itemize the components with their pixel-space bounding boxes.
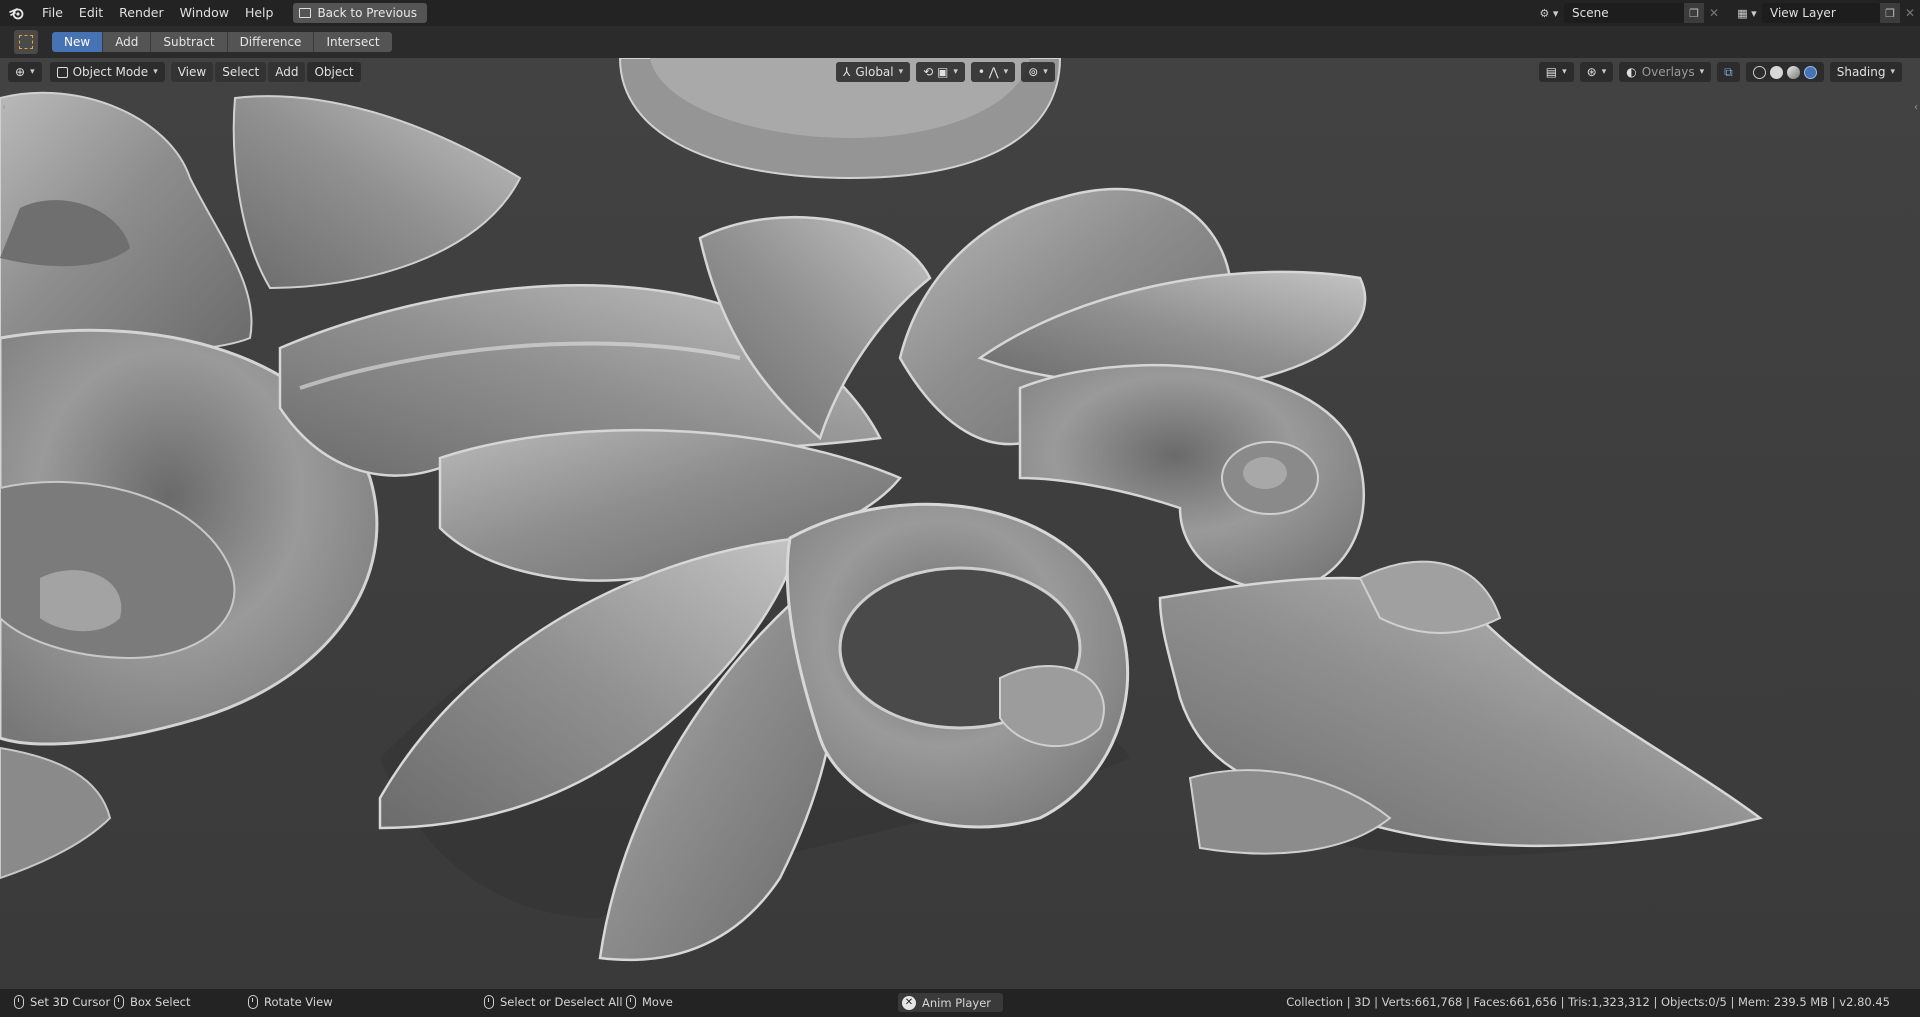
mouse-drag-icon [114,995,124,1009]
view-layer-field[interactable]: View Layer [1762,3,1880,23]
sidebar-expand-icon[interactable]: ‹ [1914,102,1918,113]
mode-new-button[interactable]: New [52,32,104,52]
3d-viewport[interactable]: ⊕ ▾ Object Mode ▾ View Select Add Object … [0,58,1920,989]
object-mode-icon [56,66,68,78]
axis-icon: ⅄ [843,65,851,79]
overlays-icon: ◐ [1626,65,1637,79]
gizmo-icon[interactable]: ⊛ ▾ [1579,62,1614,82]
menu-render[interactable]: Render [111,2,172,24]
display-tools: ▤ ▾ ⊛ ▾ ◐ Overlays ▾ ⧉ Shading ▾ [1537,62,1902,82]
tool-header: New Add Subtract Difference Intersect [0,26,1920,58]
hint-box-select: Box Select [114,995,191,1009]
visibility-icon[interactable]: ▤ ▾ [1538,62,1574,82]
mode-intersect-button[interactable]: Intersect [314,32,392,52]
new-scene-icon[interactable]: ❐ [1684,3,1704,23]
viewport-menu-add[interactable]: Add [268,62,306,82]
scene-name-field[interactable]: Scene [1564,3,1684,23]
toolbar-expand-icon[interactable]: ‹ [2,102,6,113]
menu-edit[interactable]: Edit [71,2,111,24]
mouse-drag-right-icon [626,995,636,1009]
snap-icon[interactable]: • ⋀ ▾ [970,62,1016,82]
orientation-label: Global [855,65,894,79]
hint-select-deselect-label: Select or Deselect All [500,995,623,1009]
shading-label: Shading [1836,65,1886,79]
back-to-previous-label: Back to Previous [317,6,417,20]
mode-subtract-button[interactable]: Subtract [151,32,228,52]
blender-logo-icon[interactable] [0,0,34,26]
chevron-down-icon: ▾ [153,67,158,77]
viewport-menu-object[interactable]: Object [307,62,361,82]
anim-player-label: Anim Player [922,995,991,1010]
shading-modes [1745,62,1824,82]
scene-browse-icon[interactable]: ⚙ ▾ [1534,3,1564,23]
object-mode-dropdown[interactable]: Object Mode ▾ [49,62,165,82]
rendered-shading-icon[interactable] [1803,65,1817,79]
hint-set-cursor: Set 3D Cursor [14,995,110,1009]
viewport-menu-select[interactable]: Select [215,62,267,82]
menu-help[interactable]: Help [237,2,282,24]
hint-set-cursor-label: Set 3D Cursor [30,995,111,1009]
shading-dropdown[interactable]: Shading ▾ [1829,62,1902,82]
material-shading-icon[interactable] [1786,65,1800,79]
xray-icon[interactable]: ⧉ [1717,62,1740,82]
chevron-down-icon: ▾ [898,67,904,77]
overlays-label: Overlays [1641,65,1695,79]
view-layer-browse-icon[interactable]: ▦ ▾ [1732,3,1762,23]
ornament-render [0,58,1920,989]
selection-mode-group: New Add Subtract Difference Intersect [52,32,392,52]
mouse-middle-icon [248,995,258,1009]
overlays-dropdown[interactable]: ◐ Overlays ▾ [1619,62,1712,82]
mode-difference-button[interactable]: Difference [227,32,315,52]
viewport-menu-view[interactable]: View [170,62,214,82]
delete-view-layer-icon[interactable]: ✕ [1900,3,1920,23]
pivot-icon[interactable]: ⟲ ▣ ▾ [916,62,965,82]
hint-move-label: Move [642,995,673,1009]
solid-shading-icon[interactable] [1769,65,1783,79]
delete-scene-icon[interactable]: ✕ [1704,3,1724,23]
hint-rotate-view: Rotate View [248,995,333,1009]
menu-file[interactable]: File [34,2,71,24]
new-view-layer-icon[interactable]: ❐ [1880,3,1900,23]
top-menu-bar: File Edit Render Window Help Back to Pre… [0,0,1920,26]
hint-select-deselect: Select or Deselect All [484,995,623,1009]
hint-box-select-label: Box Select [130,995,191,1009]
menu-window[interactable]: Window [172,2,237,24]
select-box-tool-icon[interactable] [14,30,38,54]
mouse-right-icon [484,995,494,1009]
window-icon [299,8,312,18]
wireframe-shading-icon[interactable] [1752,65,1766,79]
transform-tools: ⅄ Global ▾ ⟲ ▣ ▾ • ⋀ ▾ ⊚ ▾ [834,62,1055,82]
viewport-header: ⊕ ▾ Object Mode ▾ View Select Add Object … [0,58,1920,86]
scene-selector-group: ⚙ ▾ Scene ❐ ✕ ▦ ▾ View Layer ❐ ✕ [1534,0,1920,26]
hint-move: Move [626,995,673,1009]
cancel-job-icon[interactable]: ✕ [902,995,916,1010]
mode-add-button[interactable]: Add [103,32,152,52]
hint-rotate-view-label: Rotate View [264,995,333,1009]
proportional-edit-icon[interactable]: ⊚ ▾ [1021,62,1055,82]
status-bar: Set 3D Cursor Box Select Rotate View Sel… [0,989,1920,1017]
editor-type-icon[interactable]: ⊕ ▾ [8,62,42,82]
mouse-left-icon [14,995,24,1009]
anim-player-job[interactable]: ✕ Anim Player [898,993,1003,1012]
scene-statistics: Collection | 3D | Verts:661,768 | Faces:… [1286,995,1890,1009]
object-mode-label: Object Mode [72,65,149,79]
back-to-previous-button[interactable]: Back to Previous [293,3,427,23]
orientation-dropdown[interactable]: ⅄ Global ▾ [836,62,911,82]
